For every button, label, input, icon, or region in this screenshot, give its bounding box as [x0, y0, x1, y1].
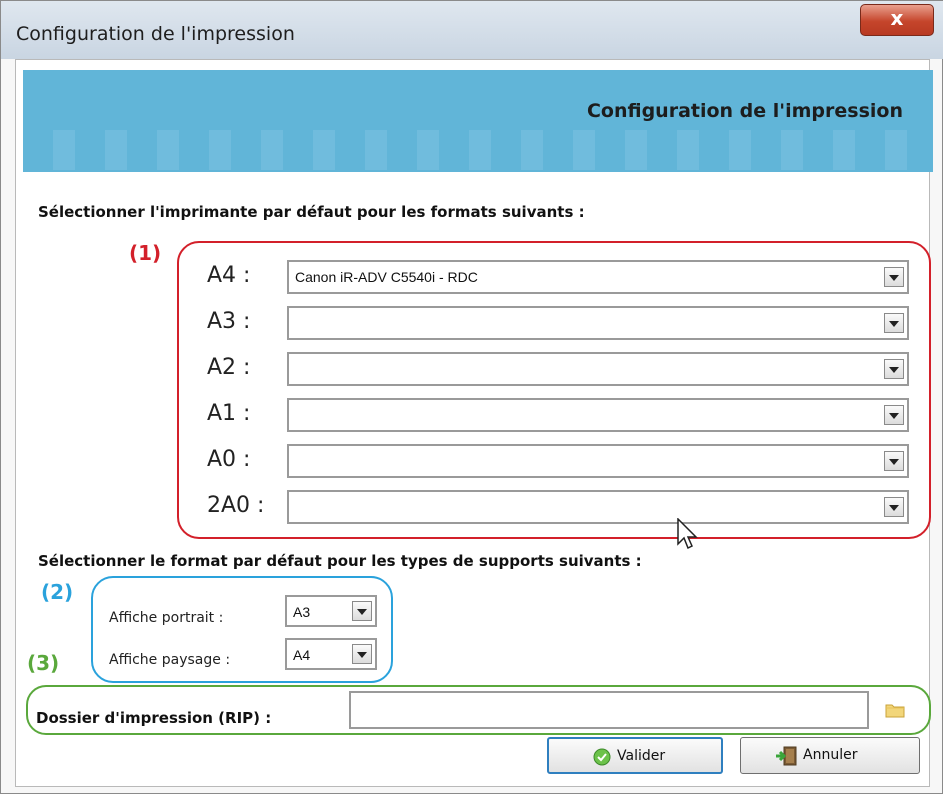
dropdown-arrow-icon[interactable] — [884, 359, 904, 379]
close-button[interactable]: x — [860, 4, 934, 36]
format-label-a1: A1 : — [207, 401, 251, 426]
affiche-paysage-value: A4 — [293, 647, 311, 663]
dropdown-arrow-icon[interactable] — [884, 405, 904, 425]
marker-3: (3) — [27, 651, 60, 675]
affiche-portrait-label: Affiche portrait : — [109, 610, 224, 626]
window-title: Configuration de l'impression — [16, 23, 295, 45]
check-icon — [593, 748, 611, 770]
marker-2: (2) — [41, 580, 74, 604]
dropdown-arrow-icon[interactable] — [884, 451, 904, 471]
printer-section-label: Sélectionner l'imprimante par défaut pou… — [38, 203, 585, 221]
banner-title: Configuration de l'impression — [586, 100, 903, 122]
format-label-2a0: 2A0 : — [207, 493, 265, 518]
dropdown-arrow-icon[interactable] — [352, 644, 372, 664]
banner-pattern — [23, 130, 933, 170]
format-label-a2: A2 : — [207, 355, 251, 380]
printer-combo-a4-value: Canon iR-ADV C5540i - RDC — [295, 269, 478, 285]
marker-1: (1) — [129, 241, 162, 265]
dropdown-arrow-icon[interactable] — [352, 601, 372, 621]
valider-button[interactable]: Valider — [547, 737, 723, 774]
printer-combo-a3[interactable] — [287, 306, 909, 340]
printer-combo-a1[interactable] — [287, 398, 909, 432]
printer-combo-a4[interactable]: Canon iR-ADV C5540i - RDC — [287, 260, 909, 294]
dropdown-arrow-icon[interactable] — [884, 267, 904, 287]
rip-folder-input[interactable] — [349, 691, 869, 729]
format-label-a0: A0 : — [207, 447, 251, 472]
format-label-a3: A3 : — [207, 309, 251, 334]
printer-combo-a0[interactable] — [287, 444, 909, 478]
affiche-paysage-combo[interactable]: A4 — [285, 638, 377, 670]
annuler-button[interactable]: Annuler — [740, 737, 920, 774]
dropdown-arrow-icon[interactable] — [884, 497, 904, 517]
affiche-paysage-label: Affiche paysage : — [109, 652, 231, 668]
valider-label: Valider — [617, 748, 666, 764]
header-banner: Configuration de l'impression — [23, 70, 933, 172]
printer-combo-2a0[interactable] — [287, 490, 909, 524]
rip-folder-label: Dossier d'impression (RIP) : — [36, 709, 272, 727]
title-bar: Configuration de l'impression x — [1, 1, 943, 59]
mouse-cursor-icon — [676, 517, 700, 552]
affiche-portrait-combo[interactable]: A3 — [285, 595, 377, 627]
print-config-window: Configuration de l'impression x Configur… — [0, 0, 943, 794]
close-icon: x — [890, 6, 904, 30]
annuler-label: Annuler — [803, 747, 858, 763]
media-section-label: Sélectionner le format par défaut pour l… — [38, 552, 642, 570]
folder-icon[interactable] — [885, 702, 905, 718]
affiche-portrait-value: A3 — [293, 604, 311, 620]
exit-door-icon — [775, 746, 797, 770]
printer-combo-a2[interactable] — [287, 352, 909, 386]
dropdown-arrow-icon[interactable] — [884, 313, 904, 333]
format-label-a4: A4 : — [207, 263, 251, 288]
